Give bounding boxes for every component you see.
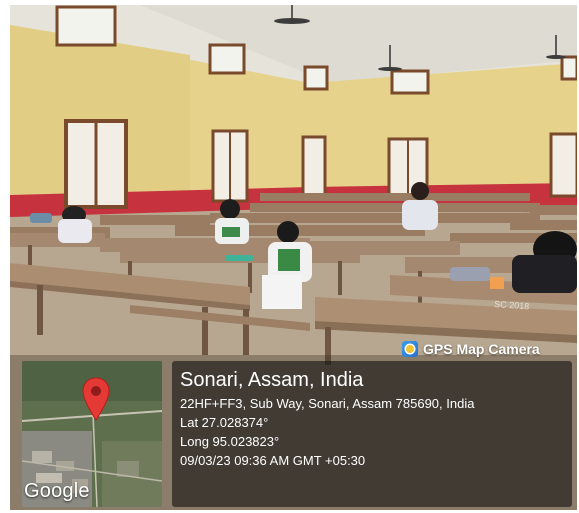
geotag-info-panel: Google Sonari, Assam, India 22HF+FF3, Su… bbox=[10, 359, 577, 510]
google-logo: Google bbox=[24, 480, 90, 502]
map-pin-icon bbox=[82, 377, 110, 421]
location-details: Sonari, Assam, India 22HF+FF3, Sub Way, … bbox=[172, 361, 572, 507]
photo-frame: SC 2018 GPS Map Camera Google Sonari, As… bbox=[10, 5, 577, 510]
longitude-line: Long 95.023823° bbox=[180, 434, 280, 449]
latitude-line: Lat 27.028374° bbox=[180, 415, 269, 430]
address-line: 22HF+FF3, Sub Way, Sonari, Assam 785690,… bbox=[180, 396, 475, 411]
gps-map-camera-badge: GPS Map Camera bbox=[398, 338, 544, 360]
gps-badge-label: GPS Map Camera bbox=[423, 341, 540, 357]
datetime-line: 09/03/23 09:36 AM GMT +05:30 bbox=[180, 453, 366, 468]
camera-app-icon bbox=[402, 341, 418, 357]
map-thumbnail: Google bbox=[22, 361, 162, 507]
place-title: Sonari, Assam, India bbox=[180, 369, 364, 391]
